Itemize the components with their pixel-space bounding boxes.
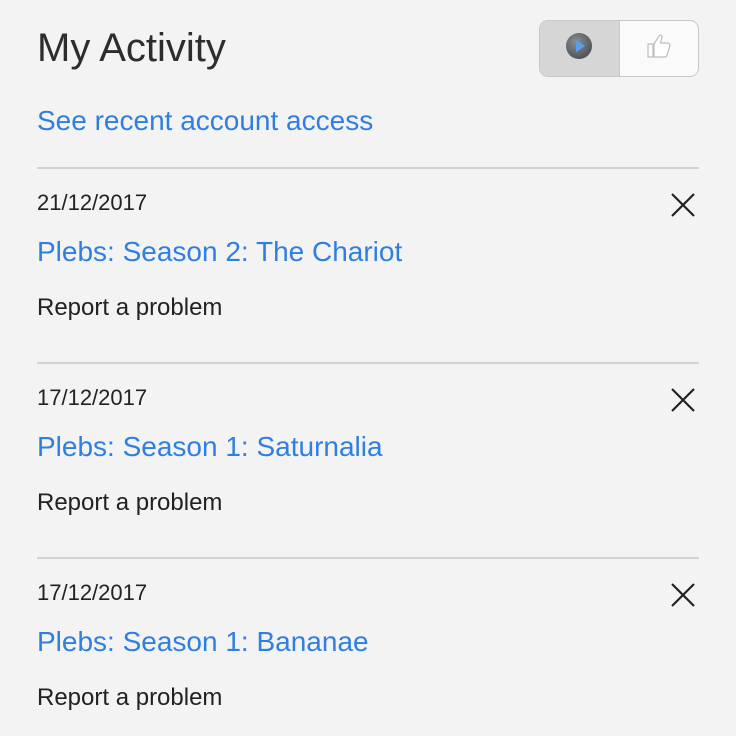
activity-date: 21/12/2017 xyxy=(37,190,148,215)
toggle-viewing-activity[interactable] xyxy=(540,21,620,76)
report-problem-link[interactable]: Report a problem xyxy=(37,293,222,323)
activity-item: 17/12/2017 Plebs: Season 1: Saturnalia R… xyxy=(37,362,699,557)
header: My Activity xyxy=(37,20,699,82)
thumbs-up-icon xyxy=(644,31,674,66)
activity-view-toggle xyxy=(539,20,699,77)
activity-title-link[interactable]: Plebs: Season 1: Bananae xyxy=(37,625,369,659)
play-icon xyxy=(564,31,594,66)
close-icon[interactable] xyxy=(669,386,697,414)
activity-item: 17/12/2017 Plebs: Season 1: Bananae Repo… xyxy=(37,557,699,736)
activity-list: 21/12/2017 Plebs: Season 2: The Chariot … xyxy=(37,167,699,736)
activity-title-link[interactable]: Plebs: Season 1: Saturnalia xyxy=(37,430,383,464)
report-problem-link[interactable]: Report a problem xyxy=(37,683,222,713)
activity-date: 17/12/2017 xyxy=(37,385,148,410)
my-activity-page: My Activity See recent account access 21… xyxy=(0,0,736,736)
close-icon[interactable] xyxy=(669,191,697,219)
report-problem-link[interactable]: Report a problem xyxy=(37,488,222,518)
toggle-ratings-activity[interactable] xyxy=(620,21,699,76)
activity-date: 17/12/2017 xyxy=(37,580,148,605)
activity-title-link[interactable]: Plebs: Season 2: The Chariot xyxy=(37,235,402,269)
close-icon[interactable] xyxy=(669,581,697,609)
activity-item: 21/12/2017 Plebs: Season 2: The Chariot … xyxy=(37,167,699,362)
see-recent-account-access-link[interactable]: See recent account access xyxy=(37,104,373,138)
page-title: My Activity xyxy=(37,26,226,70)
